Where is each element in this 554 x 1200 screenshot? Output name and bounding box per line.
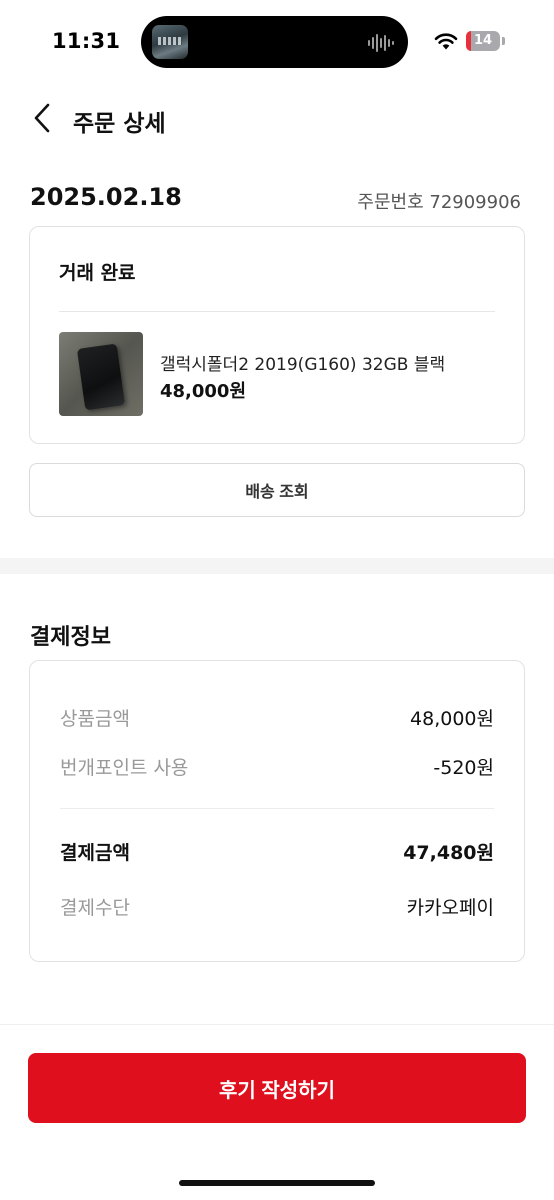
battery-icon: 14 xyxy=(466,31,500,51)
divider xyxy=(59,311,495,312)
delivery-tracking-button[interactable]: 배송 조회 xyxy=(29,463,525,517)
payment-row-method: 결제수단 카카오페이 xyxy=(60,892,494,920)
order-card[interactable]: 거래 완료 갤럭시폴더2 2019(G160) 32GB 블랙 48,000원 xyxy=(29,226,525,444)
battery-cap xyxy=(502,37,505,45)
dynamic-island[interactable] xyxy=(141,16,408,68)
page-title: 주문 상세 xyxy=(73,111,166,137)
write-review-button[interactable]: 후기 작성하기 xyxy=(28,1053,526,1123)
product-price: 48,000원 xyxy=(160,381,247,402)
product-name[interactable]: 갤럭시폴더2 2019(G160) 32GB 블랙 xyxy=(160,350,445,375)
now-playing-thumbnail xyxy=(152,25,188,59)
divider xyxy=(60,808,494,809)
order-status: 거래 완료 xyxy=(59,262,136,284)
payment-row-value: -520원 xyxy=(433,756,494,779)
payment-method-label: 결제수단 xyxy=(60,896,130,919)
wifi-icon xyxy=(434,33,458,50)
section-separator xyxy=(0,558,554,574)
status-time: 11:31 xyxy=(52,29,121,53)
divider xyxy=(0,1024,554,1025)
audio-waveform-icon xyxy=(368,34,394,52)
payment-method-value: 카카오페이 xyxy=(406,896,494,919)
payment-row-points: 번개포인트 사용 -520원 xyxy=(60,752,494,780)
payment-total-value: 47,480원 xyxy=(403,841,494,864)
order-number: 주문번호 72909906 xyxy=(357,192,521,213)
battery-level-text: 14 xyxy=(473,33,493,48)
chevron-left-icon[interactable] xyxy=(28,100,58,136)
payment-total-label: 결제금액 xyxy=(60,841,130,864)
order-date: 2025.02.18 xyxy=(30,183,182,211)
payment-card: 상품금액 48,000원 번개포인트 사용 -520원 결제금액 47,480원… xyxy=(29,660,525,962)
payment-row-product-amount: 상품금액 48,000원 xyxy=(60,703,494,731)
payment-row-total: 결제금액 47,480원 xyxy=(60,837,494,865)
home-indicator[interactable] xyxy=(179,1180,375,1186)
status-bar: 11:31 14 xyxy=(0,0,554,84)
product-image[interactable] xyxy=(59,332,143,416)
payment-row-label: 상품금액 xyxy=(60,707,130,730)
phone-photo xyxy=(76,343,126,411)
payment-section-title: 결제정보 xyxy=(30,625,111,650)
payment-row-value: 48,000원 xyxy=(410,707,494,730)
payment-row-label: 번개포인트 사용 xyxy=(60,756,189,779)
